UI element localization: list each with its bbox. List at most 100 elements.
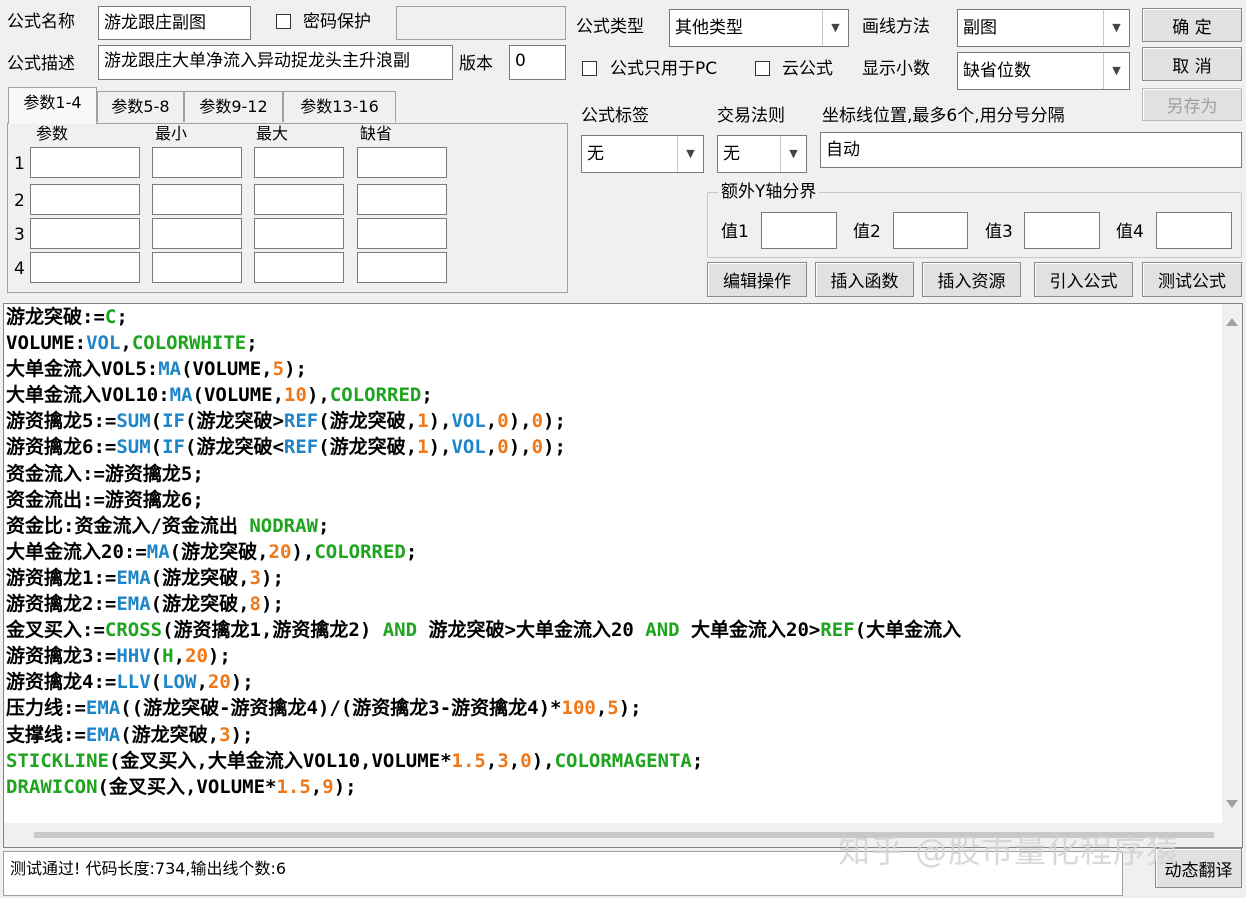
- code-token: EMA: [85, 723, 121, 746]
- code-token: COLORRED: [329, 384, 422, 407]
- value2-input[interactable]: [893, 212, 968, 249]
- code-token: 1: [417, 410, 429, 433]
- code-token: IF: [162, 436, 185, 459]
- value1-input[interactable]: [761, 212, 837, 249]
- param-min-input[interactable]: [152, 252, 242, 283]
- pc-only-label: 公式只用于PC: [610, 59, 718, 79]
- code-line: 压力线:=EMA((游龙突破-游资擒龙4)/(游资擒龙3-游资擒龙4)*100,…: [6, 695, 961, 721]
- code-token: ,: [485, 749, 498, 772]
- param-name-input[interactable]: [30, 218, 140, 249]
- decimals-select[interactable]: 缺省位数 ▼: [957, 52, 1130, 90]
- formula-desc-input[interactable]: 游龙跟庄大单净流入异动捉龙头主升浪副: [98, 45, 453, 80]
- param-max-input[interactable]: [254, 252, 344, 283]
- draw-method-select[interactable]: 副图 ▼: [957, 9, 1130, 47]
- param-default-input[interactable]: [357, 252, 447, 283]
- code-token: );: [618, 697, 642, 720]
- formula-type-select[interactable]: 其他类型 ▼: [669, 9, 849, 47]
- code-token: LLV: [116, 671, 151, 694]
- code-text[interactable]: 游龙突破:=C; VOLUME:VOL,COLORWHITE; 大单金流入VOL5:…: [6, 304, 961, 800]
- code-token: ),: [508, 410, 532, 433]
- code-line: 游资擒龙3:=HHV(H,20);: [6, 643, 961, 669]
- param-name-input[interactable]: [30, 184, 140, 215]
- vertical-scrollbar[interactable]: [1222, 304, 1242, 824]
- chevron-down-icon[interactable]: ▼: [822, 10, 848, 46]
- code-token: REF: [283, 410, 319, 433]
- chevron-down-icon[interactable]: ▼: [677, 136, 703, 172]
- code-token: MA: [158, 358, 182, 381]
- code-token: 100: [561, 697, 596, 720]
- code-token: 3: [249, 566, 261, 589]
- ok-button[interactable]: 确 定: [1142, 8, 1242, 42]
- code-line: 游资擒龙6:=SUM(IF(游龙突破<REF(游龙突破,1),VOL,0),0)…: [6, 434, 961, 460]
- code-token: ),: [306, 384, 330, 407]
- test-formula-button[interactable]: 测试公式: [1142, 262, 1242, 297]
- formula-desc-label: 公式描述: [7, 54, 75, 74]
- chevron-down-icon[interactable]: ▼: [1103, 10, 1129, 46]
- pc-only-checkbox[interactable]: [582, 61, 597, 76]
- code-line: 游龙突破:=C;: [6, 304, 961, 330]
- trade-rule-select[interactable]: 无 ▼: [717, 135, 807, 173]
- formula-name-input[interactable]: 游龙跟庄副图: [98, 6, 251, 40]
- code-token: (游龙突破,: [150, 593, 250, 616]
- param-header-default: 缺省: [360, 124, 393, 143]
- chevron-down-icon[interactable]: ▼: [1103, 53, 1129, 89]
- code-token: ,: [120, 332, 132, 355]
- code-token: COLORRED: [314, 540, 406, 563]
- code-token: EMA: [116, 593, 151, 616]
- param-max-input[interactable]: [254, 218, 344, 249]
- value2-label: 值2: [853, 222, 881, 242]
- formula-tag-select[interactable]: 无 ▼: [581, 135, 704, 173]
- param-min-input[interactable]: [152, 147, 242, 178]
- trade-rule-value: 无: [723, 144, 740, 164]
- password-checkbox[interactable]: [276, 14, 291, 29]
- code-token: MA: [146, 540, 170, 563]
- value3-input[interactable]: [1024, 212, 1100, 249]
- chevron-down-icon[interactable]: ▼: [780, 136, 806, 172]
- param-min-input[interactable]: [152, 218, 242, 249]
- code-line: 大单金流入VOL5:MA(VOLUME,5);: [6, 356, 961, 382]
- param-default-input[interactable]: [357, 147, 447, 178]
- code-token: 金叉买入:=: [6, 619, 105, 642]
- code-line: 游资擒龙5:=SUM(IF(游龙突破>REF(游龙突破,1),VOL,0),0)…: [6, 408, 961, 434]
- formula-name-label: 公式名称: [7, 12, 75, 32]
- value4-input[interactable]: [1156, 212, 1232, 249]
- param-min-input[interactable]: [152, 184, 242, 215]
- code-token: COLORMAGENTA: [554, 749, 692, 772]
- password-input: [396, 6, 566, 40]
- code-line: 金叉买入:=CROSS(游资擒龙1,游资擒龙2) AND 游龙突破>大单金流入2…: [6, 617, 961, 643]
- code-line: 游资擒龙4:=LLV(LOW,20);: [6, 669, 961, 695]
- tab-params-9-12[interactable]: 参数9-12: [184, 91, 283, 122]
- tab-params-13-16[interactable]: 参数13-16: [283, 91, 396, 122]
- param-max-input[interactable]: [254, 184, 344, 215]
- code-token: (游龙突破<: [185, 436, 284, 459]
- code-token: VOL: [451, 410, 486, 433]
- code-token: (VOLUME,: [192, 384, 285, 407]
- axis-position-input[interactable]: 自动: [820, 132, 1242, 168]
- version-input[interactable]: 0: [509, 45, 566, 80]
- code-token: (金叉买入,大单金流入VOL10,VOLUME*: [108, 749, 452, 772]
- code-token: ),: [508, 436, 532, 459]
- axis-position-label: 坐标线位置,最多6个,用分号分隔: [822, 106, 1065, 126]
- code-token: REF: [820, 619, 855, 642]
- tab-params-1-4[interactable]: 参数1-4: [8, 87, 97, 124]
- cloud-checkbox[interactable]: [755, 61, 770, 76]
- cancel-button[interactable]: 取 消: [1142, 47, 1242, 81]
- insert-resource-button[interactable]: 插入资源: [922, 262, 1021, 297]
- code-editor[interactable]: 游龙突破:=C; VOLUME:VOL,COLORWHITE; 大单金流入VOL5:…: [3, 303, 1243, 848]
- param-name-input[interactable]: [30, 252, 140, 283]
- code-token: VOL: [451, 436, 486, 459]
- param-default-input[interactable]: [357, 218, 447, 249]
- import-formula-button[interactable]: 引入公式: [1034, 262, 1133, 297]
- insert-function-button[interactable]: 插入函数: [815, 262, 914, 297]
- cloud-label: 云公式: [782, 59, 833, 79]
- code-token: (游龙突破,: [150, 566, 250, 589]
- param-name-input[interactable]: [30, 147, 140, 178]
- edit-ops-button[interactable]: 编辑操作: [707, 262, 807, 297]
- code-token: 资金比:资金流入/资金流出: [6, 514, 250, 537]
- code-token: );: [284, 358, 307, 381]
- code-token: ;: [317, 514, 330, 537]
- param-max-input[interactable]: [254, 147, 344, 178]
- param-default-input[interactable]: [357, 184, 447, 215]
- code-token: 资金流入:=游资擒龙5;: [6, 462, 204, 485]
- tab-params-5-8[interactable]: 参数5-8: [97, 91, 184, 122]
